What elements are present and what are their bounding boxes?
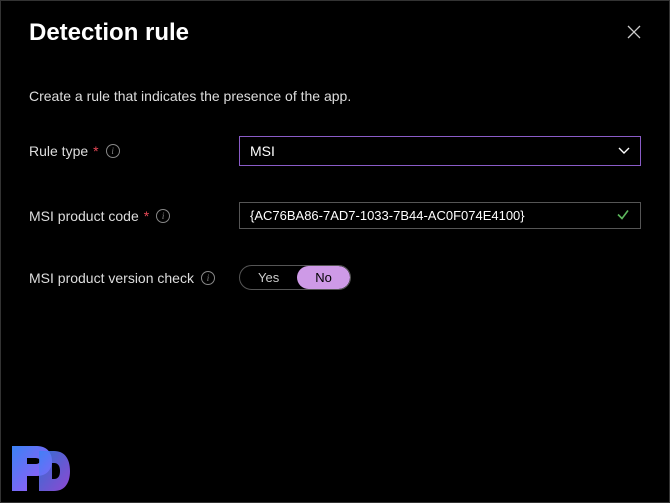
info-icon[interactable]: i [156,209,170,223]
product-code-label: MSI product code [29,208,139,224]
brand-logo [7,436,77,496]
required-asterisk: * [144,208,149,224]
rule-type-label: Rule type [29,143,88,159]
info-icon[interactable]: i [201,271,215,285]
version-check-label: MSI product version check [29,270,194,286]
info-icon[interactable]: i [106,144,120,158]
checkmark-icon [616,207,630,224]
page-title: Detection rule [29,19,189,47]
product-code-input[interactable] [240,203,640,228]
rule-type-select[interactable]: MSI [239,136,641,166]
rule-type-value: MSI [250,143,275,159]
toggle-yes[interactable]: Yes [240,266,297,289]
version-check-toggle[interactable]: Yes No [239,265,351,290]
toggle-no[interactable]: No [297,266,350,289]
close-button[interactable] [623,19,645,48]
chevron-down-icon [618,144,630,158]
close-icon [627,25,641,39]
required-asterisk: * [93,143,98,159]
page-subtitle: Create a rule that indicates the presenc… [29,88,641,104]
